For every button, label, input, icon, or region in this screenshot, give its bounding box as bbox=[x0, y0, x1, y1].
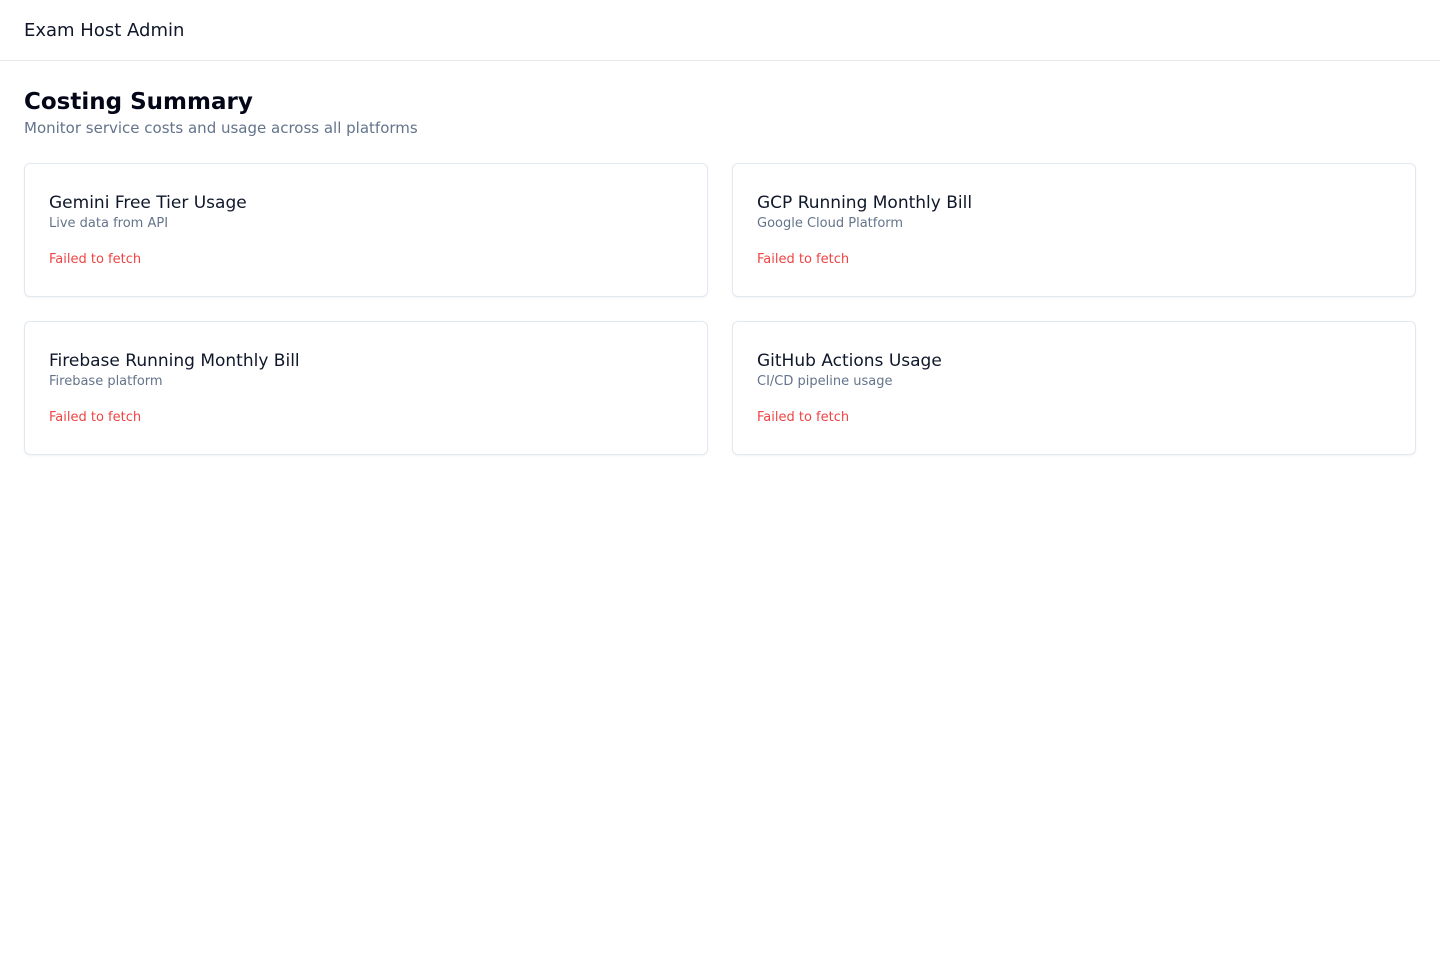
card-title: GitHub Actions Usage bbox=[757, 351, 942, 371]
app-brand[interactable]: Exam Host Admin bbox=[24, 20, 184, 41]
error-status: Failed to fetch bbox=[757, 410, 850, 425]
card-github-actions-usage: GitHub Actions Usage CI/CD pipeline usag… bbox=[732, 321, 1416, 455]
card-title: GCP Running Monthly Bill bbox=[757, 193, 973, 213]
page-subtitle: Monitor service costs and usage across a… bbox=[24, 119, 418, 137]
cost-cards-grid: Gemini Free Tier Usage Live data from AP… bbox=[24, 163, 1416, 455]
card-description: Live data from API bbox=[49, 216, 169, 231]
card-description: Google Cloud Platform bbox=[757, 216, 904, 231]
card-description: CI/CD pipeline usage bbox=[757, 374, 893, 389]
error-status: Failed to fetch bbox=[49, 252, 142, 267]
error-status: Failed to fetch bbox=[49, 410, 142, 425]
card-firebase-monthly-bill: Firebase Running Monthly Bill Firebase p… bbox=[24, 321, 708, 455]
card-title: Gemini Free Tier Usage bbox=[49, 193, 247, 213]
card-gemini-free-tier: Gemini Free Tier Usage Live data from AP… bbox=[24, 163, 708, 297]
main-content: Costing Summary Monitor service costs an… bbox=[0, 61, 1440, 455]
page-title: Costing Summary bbox=[24, 89, 253, 115]
card-description: Firebase platform bbox=[49, 374, 163, 389]
top-header: Exam Host Admin bbox=[0, 0, 1440, 61]
card-gcp-monthly-bill: GCP Running Monthly Bill Google Cloud Pl… bbox=[732, 163, 1416, 297]
error-status: Failed to fetch bbox=[757, 252, 850, 267]
card-title: Firebase Running Monthly Bill bbox=[49, 351, 300, 371]
